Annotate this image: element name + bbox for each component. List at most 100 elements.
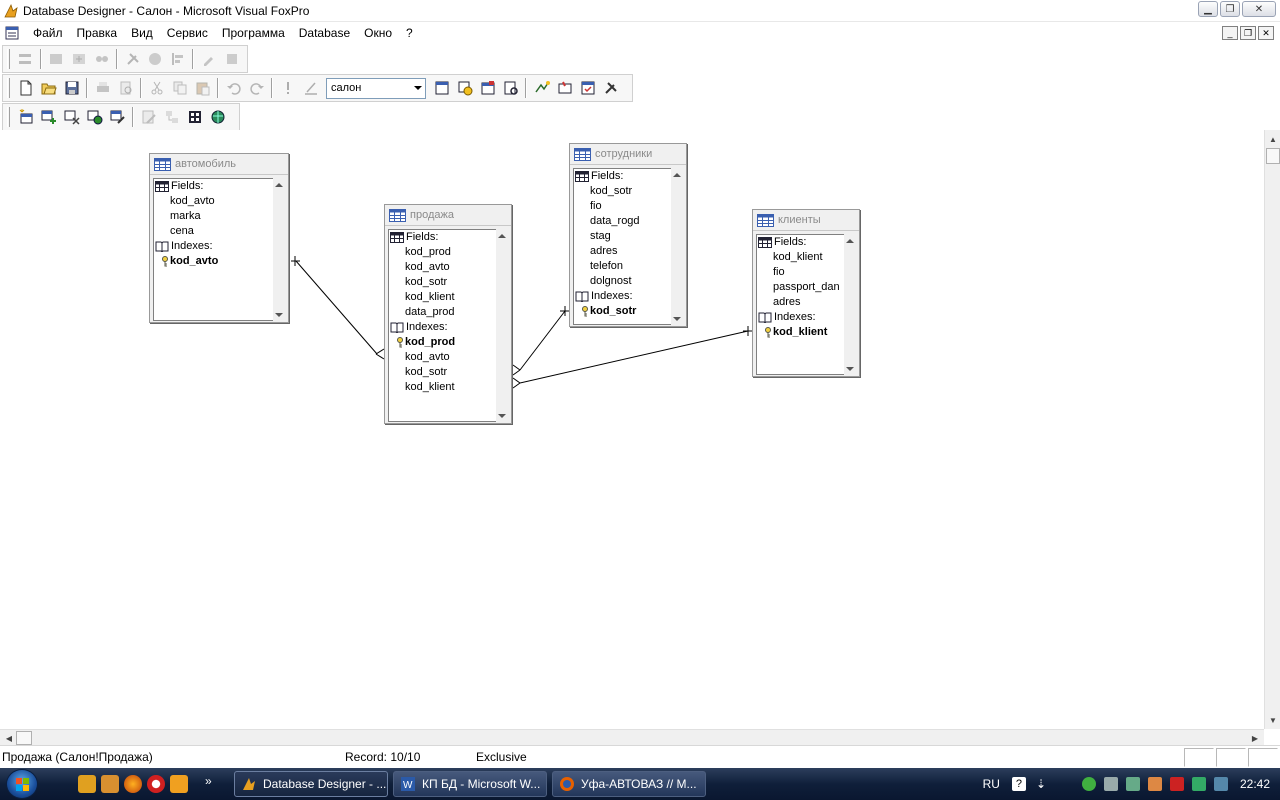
remove-table-icon[interactable]: [60, 106, 83, 128]
field-item[interactable]: data_rogd: [574, 214, 672, 229]
table-sotrudniki[interactable]: сотрудники Fields: kod_sotr fio data_rog…: [569, 143, 687, 327]
modify-table-icon[interactable]: [106, 106, 129, 128]
vertical-scrollbar[interactable]: ▲ ▼: [1264, 130, 1280, 729]
table-prodazha[interactable]: продажа Fields: kod_prod kod_avto kod_so…: [384, 204, 512, 424]
print-icon[interactable]: [91, 77, 114, 99]
menu-database[interactable]: Database: [292, 22, 357, 44]
table-field-list[interactable]: Fields: kod_prod kod_avto kod_sotr kod_k…: [388, 229, 498, 422]
globe-icon[interactable]: [144, 48, 167, 70]
menu-program[interactable]: Программа: [215, 22, 292, 44]
mdi-minimize-icon[interactable]: _: [1222, 26, 1238, 40]
tools-icon[interactable]: [121, 48, 144, 70]
language-indicator[interactable]: RU: [983, 777, 1000, 791]
table-field-list[interactable]: Fields: kod_avto marka cena Indexes: kod…: [153, 178, 275, 321]
index-item[interactable]: kod_avto: [389, 350, 497, 365]
restore-icon[interactable]: ❐: [1220, 1, 1240, 17]
list-scrollbar[interactable]: [273, 178, 285, 321]
scroll-down-icon[interactable]: [498, 414, 506, 418]
browse-icon[interactable]: [220, 48, 243, 70]
help-icon[interactable]: ?: [1011, 777, 1026, 791]
paste-icon[interactable]: [191, 77, 214, 99]
network-icon[interactable]: [1081, 777, 1096, 791]
scroll-down-icon[interactable]: [673, 317, 681, 321]
field-item[interactable]: kod_sotr: [389, 275, 497, 290]
properties-window-icon[interactable]: [476, 77, 499, 99]
field-item[interactable]: kod_avto: [154, 194, 274, 209]
table-field-list[interactable]: Fields: kod_klient fio passport_dan adre…: [756, 234, 846, 375]
start-button[interactable]: [6, 769, 38, 799]
field-item[interactable]: cena: [154, 224, 274, 239]
field-item[interactable]: fio: [757, 265, 845, 280]
scroll-down-icon[interactable]: [275, 313, 283, 317]
minimize-icon[interactable]: ▁: [1198, 1, 1218, 17]
field-item[interactable]: passport_dan: [757, 280, 845, 295]
copy-icon[interactable]: [168, 77, 191, 99]
open-folder-icon[interactable]: [37, 77, 60, 99]
index-item[interactable]: kod_klient: [389, 380, 497, 395]
run-icon[interactable]: [276, 77, 299, 99]
antivirus-icon[interactable]: [1169, 777, 1184, 791]
scroll-up-icon[interactable]: [673, 173, 681, 177]
field-item[interactable]: kod_avto: [389, 260, 497, 275]
messenger-icon[interactable]: [1213, 777, 1228, 791]
field-item[interactable]: data_prod: [389, 305, 497, 320]
new-table-icon[interactable]: [14, 106, 37, 128]
data-session-icon[interactable]: [453, 77, 476, 99]
primary-key-item[interactable]: kod_klient: [757, 325, 845, 340]
field-item[interactable]: stag: [574, 229, 672, 244]
modify-icon[interactable]: [197, 48, 220, 70]
foxpro-app-icon[interactable]: [3, 3, 19, 19]
table-klienty[interactable]: клиенты Fields: kod_klient fio passport_…: [752, 209, 860, 377]
index-item[interactable]: kod_sotr: [389, 365, 497, 380]
scroll-up-icon[interactable]: [498, 234, 506, 238]
scroll-right-icon[interactable]: ▶: [1247, 730, 1263, 746]
new-file-icon[interactable]: [14, 77, 37, 99]
list-scrollbar[interactable]: [496, 229, 508, 422]
scrollbar-thumb[interactable]: [1266, 148, 1280, 164]
cut-icon[interactable]: [145, 77, 168, 99]
volume-icon[interactable]: [1147, 777, 1162, 791]
toolbar-grip[interactable]: [7, 78, 10, 98]
mdi-close-icon[interactable]: ✕: [1258, 26, 1274, 40]
align-icon[interactable]: [14, 48, 37, 70]
scroll-up-icon[interactable]: ▲: [1265, 131, 1280, 147]
menu-edit[interactable]: Правка: [70, 22, 125, 44]
field-item[interactable]: fio: [574, 199, 672, 214]
new-remote-view-icon[interactable]: [183, 106, 206, 128]
code-references-icon[interactable]: [530, 77, 553, 99]
database-combo[interactable]: салон: [326, 77, 426, 99]
field-item[interactable]: kod_klient: [757, 250, 845, 265]
mdi-restore-icon[interactable]: ❐: [1240, 26, 1256, 40]
quicklaunch-media-icon[interactable]: [170, 775, 188, 793]
chevron-down-icon[interactable]: [414, 85, 422, 90]
add-table-icon[interactable]: [68, 48, 91, 70]
field-item[interactable]: adres: [574, 244, 672, 259]
add-table-icon[interactable]: [37, 106, 60, 128]
field-item[interactable]: kod_sotr: [574, 184, 672, 199]
field-item[interactable]: adres: [757, 295, 845, 310]
relations-icon[interactable]: [90, 48, 113, 70]
field-item[interactable]: kod_prod: [389, 245, 497, 260]
toolbar-grip[interactable]: [7, 49, 10, 69]
list-scrollbar[interactable]: [671, 168, 683, 325]
new-table-icon[interactable]: [45, 48, 68, 70]
quicklaunch-app-icon[interactable]: [78, 775, 96, 793]
primary-key-item[interactable]: kod_prod: [389, 335, 497, 350]
horizontal-scrollbar[interactable]: ◀ ▶: [0, 729, 1264, 745]
field-item[interactable]: dolgnost: [574, 274, 672, 289]
document-view-icon[interactable]: [499, 77, 522, 99]
command-window-icon[interactable]: [430, 77, 453, 99]
undo-icon[interactable]: [222, 77, 245, 99]
connection-icon[interactable]: [1125, 777, 1140, 791]
taskbar-item[interactable]: W КП БД - Microsoft W...: [393, 771, 547, 797]
tray-arrow-icon[interactable]: ⇣: [1034, 777, 1048, 791]
new-local-view-icon[interactable]: [206, 106, 229, 128]
quicklaunch-foxpro-icon[interactable]: [101, 775, 119, 793]
display-icon[interactable]: [1103, 777, 1118, 791]
primary-key-item[interactable]: kod_avto: [154, 254, 274, 269]
toolbox-icon[interactable]: [553, 77, 576, 99]
connections-icon[interactable]: [160, 106, 183, 128]
field-item[interactable]: kod_klient: [389, 290, 497, 305]
menu-view[interactable]: Вид: [124, 22, 160, 44]
scroll-up-icon[interactable]: [275, 183, 283, 187]
